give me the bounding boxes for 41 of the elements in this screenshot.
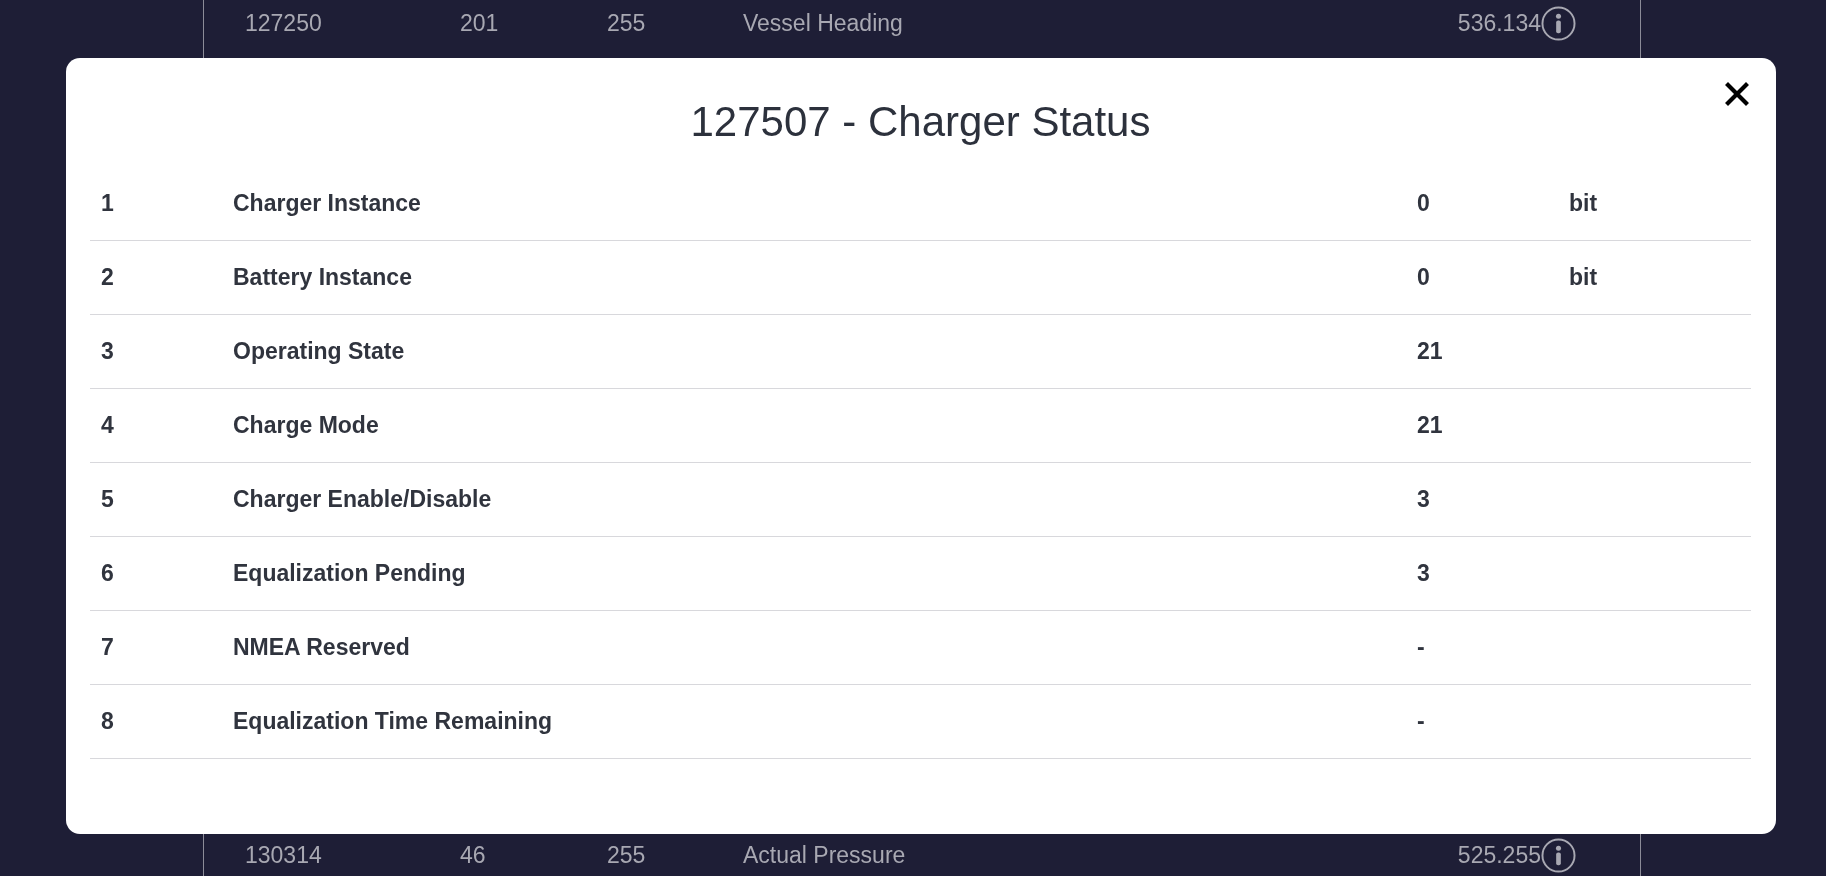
table-cell: 536.134 <box>1457 9 1541 37</box>
table-cell: 8 <box>101 708 114 735</box>
table-cell: 3 <box>101 338 114 365</box>
table-cell-text: 130314 <box>245 841 323 869</box>
table-cell-text: 201 <box>460 9 500 37</box>
table-cell-text: 255 <box>607 841 647 869</box>
info-icon[interactable] <box>1541 5 1576 41</box>
table-cell-text: Vessel Heading <box>743 9 904 37</box>
table-cell: Operating State <box>233 338 405 365</box>
close-button[interactable] <box>1723 80 1751 108</box>
table-cell: 5 <box>101 486 114 513</box>
dialog-title: 127507 - Charger Status <box>689 97 1152 147</box>
table-cell: bit <box>1569 264 1598 291</box>
table-cell: Equalization Time Remaining <box>233 708 553 735</box>
table-cell: 0 <box>1417 264 1430 291</box>
table-cell: 525.255 <box>1457 841 1541 869</box>
table-cell-text: 127250 <box>245 9 323 37</box>
table-cell: Charger Instance <box>233 190 421 217</box>
table-cell-text: 46 <box>460 841 487 869</box>
table-cell: Equalization Pending <box>233 560 466 587</box>
table-cell: 7 <box>101 634 114 661</box>
table-cell-text: Actual Pressure <box>743 841 907 869</box>
table-cell: 21 <box>1417 338 1443 365</box>
table-cell: 3 <box>1417 560 1430 587</box>
table-cell: NMEA Reserved <box>233 634 410 661</box>
table-cell: bit <box>1569 190 1598 217</box>
table-cell: 2 <box>101 264 114 291</box>
table-cell: - <box>1417 708 1425 735</box>
table-cell-text: 255 <box>607 9 647 37</box>
table-cell: 0 <box>1417 190 1430 217</box>
close-icon <box>1725 82 1749 106</box>
table-cell: Charge Mode <box>233 412 379 439</box>
table-cell: 21 <box>1417 412 1443 439</box>
table-cell: Battery Instance <box>233 264 412 291</box>
table-cell: 6 <box>101 560 114 587</box>
table-cell: Charger Enable/Disable <box>233 486 492 513</box>
table-cell: 4 <box>101 412 114 439</box>
table-cell: 1 <box>101 190 114 217</box>
table-cell: 3 <box>1417 486 1430 513</box>
info-icon[interactable] <box>1541 837 1576 873</box>
table-cell: - <box>1417 634 1425 661</box>
